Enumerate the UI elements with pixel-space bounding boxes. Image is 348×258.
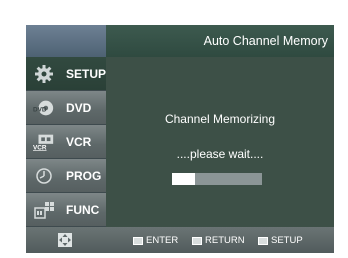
sidebar-item-setup[interactable]: SETUP (26, 57, 106, 91)
title-bar: Auto Channel Memory (106, 25, 334, 57)
return-key-icon (192, 236, 202, 245)
enter-hint: ENTER (133, 235, 178, 246)
return-label: RETURN (205, 235, 245, 246)
function-icon (33, 199, 55, 221)
sidebar-item-dvd[interactable]: DVD DVD (26, 91, 106, 125)
clock-icon (33, 165, 55, 187)
sidebar: SETUP DVD DVD VCR VCR PROG FUNC (26, 57, 106, 227)
enter-label: ENTER (146, 235, 179, 246)
return-hint: RETURN (192, 235, 245, 246)
setup-hint: SETUP (258, 235, 303, 246)
vcr-icon-text: VCR (33, 144, 47, 151)
wait-message: ....please wait.... (176, 147, 264, 161)
vcr-icon: VCR (33, 131, 55, 153)
sidebar-item-label: DVD (66, 101, 92, 115)
page-title: Auto Channel Memory (203, 34, 328, 48)
sidebar-item-label: VCR (66, 135, 92, 149)
sidebar-item-func[interactable]: FUNC (26, 193, 106, 227)
enter-key-icon (133, 236, 143, 245)
sidebar-item-label: SETUP (66, 67, 107, 81)
sidebar-item-label: PROG (66, 169, 102, 183)
progress-fill (172, 173, 195, 185)
sidebar-item-label: FUNC (66, 203, 100, 217)
dvd-icon-text: DVD (33, 107, 47, 114)
main-panel: Channel Memorizing ....please wait.... (106, 57, 334, 227)
sidebar-item-prog[interactable]: PROG (26, 159, 106, 193)
sidebar-header (26, 25, 106, 57)
gear-icon (33, 63, 55, 85)
dvd-icon: DVD (33, 97, 55, 119)
osd-screen: Auto Channel Memory SETUP DVD DVD VCR VC… (26, 25, 334, 253)
setup-key-icon (258, 236, 268, 245)
status-message: Channel Memorizing (164, 112, 276, 126)
setup-label: SETUP (271, 235, 303, 246)
footer-bar: ENTER RETURN SETUP (26, 227, 334, 253)
sidebar-item-vcr[interactable]: VCR VCR (26, 125, 106, 159)
navigation-pad-icon (58, 233, 72, 247)
progress-bar (172, 173, 262, 185)
